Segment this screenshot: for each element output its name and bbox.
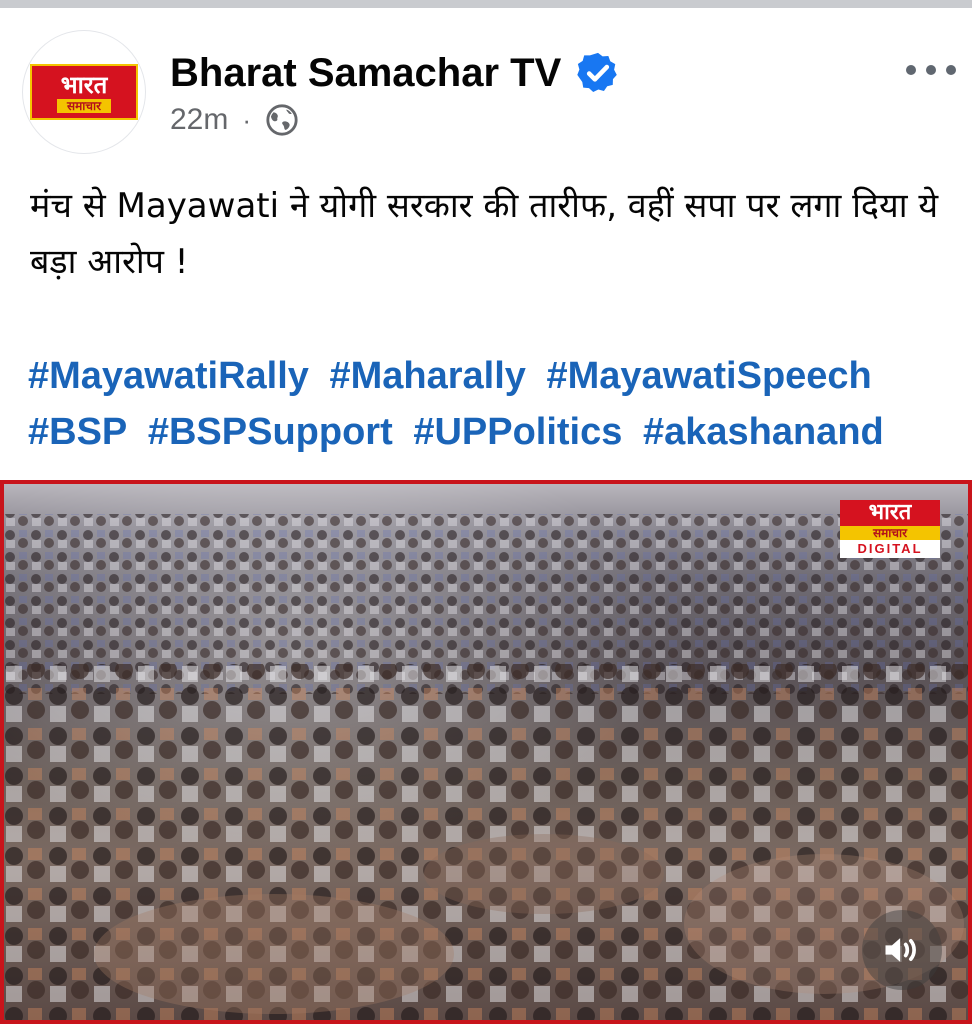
hashtag-link[interactable]: #MayawatiRally bbox=[28, 355, 309, 397]
page-name-row: Bharat Samachar TV bbox=[170, 50, 621, 96]
meta-separator: · bbox=[242, 104, 252, 135]
verified-badge-icon bbox=[577, 52, 618, 92]
more-dot bbox=[906, 65, 916, 75]
hashtag-link[interactable]: #BSPSupport bbox=[148, 411, 393, 453]
speaker-glyph bbox=[885, 938, 916, 962]
hashtag-list: #MayawatiRally #Maharally #MayawatiSpeec… bbox=[28, 348, 958, 460]
watermark-line-3: DIGITAL bbox=[840, 540, 940, 558]
crowd-image bbox=[4, 514, 968, 1020]
top-divider bbox=[0, 0, 972, 8]
hashtag-link[interactable]: #akashanand bbox=[643, 411, 884, 453]
page-name-link[interactable]: Bharat Samachar TV bbox=[170, 51, 561, 96]
speaker-icon[interactable] bbox=[862, 910, 942, 990]
more-dot bbox=[946, 65, 956, 75]
logo-line-1: भारत bbox=[60, 70, 108, 99]
post-text: मंच से Mayawati ने योगी सरकार की तारीफ, … bbox=[30, 186, 939, 282]
watermark-line-1: भारत bbox=[840, 500, 940, 526]
hashtag-link[interactable]: #BSP bbox=[28, 411, 127, 453]
hashtag-link[interactable]: #Maharally bbox=[329, 355, 525, 397]
more-dot bbox=[926, 65, 936, 75]
brand-logo: भारत समाचार bbox=[30, 64, 138, 120]
logo-line-2: समाचार bbox=[56, 98, 112, 113]
watermark-line-2: समाचार bbox=[840, 526, 940, 540]
post-time[interactable]: 22m bbox=[170, 103, 228, 137]
channel-watermark: भारत समाचार DIGITAL bbox=[840, 500, 940, 570]
post-meta: 22m · bbox=[170, 103, 299, 137]
video-player[interactable]: भारत समाचार DIGITAL bbox=[0, 480, 972, 1024]
more-options-icon[interactable] bbox=[906, 60, 956, 80]
hashtag-link[interactable]: #UPPolitics bbox=[413, 411, 622, 453]
page-avatar[interactable]: भारत समाचार bbox=[22, 30, 146, 154]
globe-icon bbox=[266, 104, 298, 136]
hashtag-link[interactable]: #MayawatiSpeech bbox=[547, 355, 872, 397]
